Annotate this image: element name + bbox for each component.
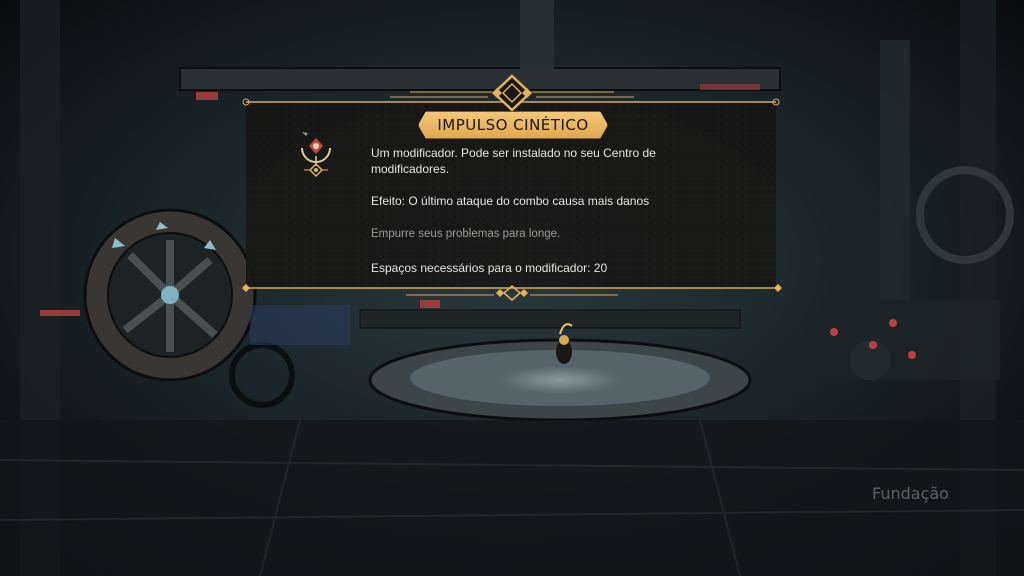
modifier-flavor-text: Empurre seus problemas para longe. bbox=[371, 228, 561, 240]
modifier-title: IMPULSO CINÉTICO bbox=[437, 116, 589, 134]
modifier-description: Um modificador. Pode ser instalado no se… bbox=[371, 146, 656, 176]
top-diamond-ornament bbox=[492, 74, 532, 112]
modifier-slot-cost: Espaços necessários para o modificador: … bbox=[371, 261, 608, 275]
kinetic-impulse-modifier-icon bbox=[292, 128, 340, 180]
location-name: Fundação bbox=[872, 484, 949, 503]
modifier-title-banner: IMPULSO CINÉTICO bbox=[418, 111, 608, 139]
modifier-effect: Efeito: O último ataque do combo causa m… bbox=[371, 194, 650, 208]
tooltip-frame-ornaments bbox=[242, 74, 782, 301]
